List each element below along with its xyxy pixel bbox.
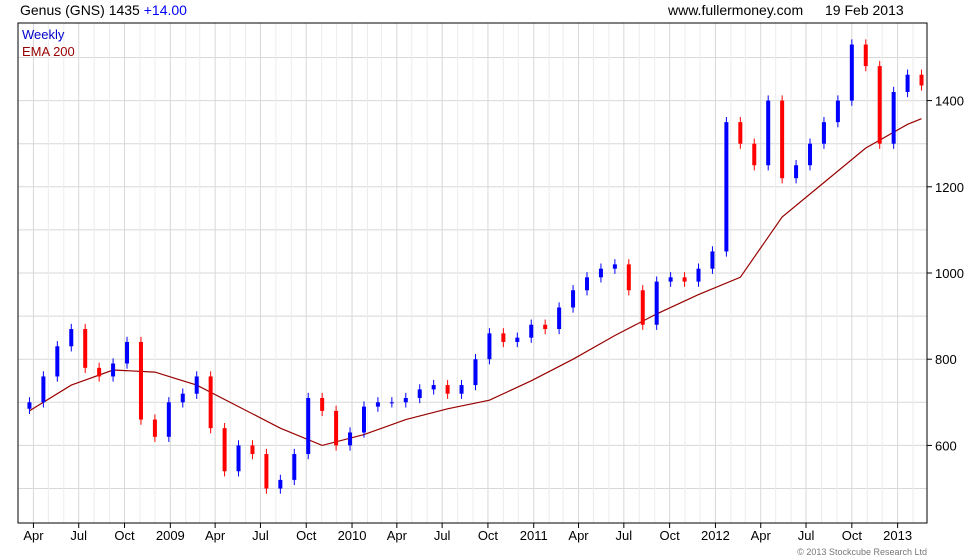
x-tick-label: Oct (296, 528, 317, 543)
candle-body (264, 454, 269, 489)
candle-body (27, 402, 32, 409)
candle-body (919, 74, 924, 86)
y-tick-label: 800 (935, 352, 957, 367)
candle-body (152, 419, 157, 437)
candle-body (306, 398, 311, 455)
candle-body (515, 337, 520, 342)
candle-body (710, 251, 715, 269)
candles-group (27, 39, 924, 494)
chart-axes: 600 800 1000 1200 1400 Apr Jul Oct 2009 Apr Jul Oct… (23, 94, 964, 543)
copyright-credit: © 2013 Stockcube Research Ltd (797, 547, 927, 557)
x-tick-label: Jul (70, 528, 87, 543)
candle-body (543, 324, 548, 330)
candle-body (849, 44, 854, 101)
x-tick-label: Apr (568, 528, 589, 543)
candle-body (766, 100, 771, 166)
y-tick-label: 600 (935, 438, 957, 453)
candle-body (417, 389, 422, 398)
candle-body (111, 363, 116, 377)
x-tick-label: Oct (660, 528, 681, 543)
x-tick-label: 2011 (520, 528, 548, 543)
candle-body (236, 445, 241, 472)
candle-body (348, 432, 353, 446)
candle-body (180, 393, 185, 403)
candle-body (863, 44, 868, 67)
y-tick-label: 1000 (935, 266, 964, 281)
candle-body (654, 281, 659, 325)
candle-body (696, 268, 701, 282)
candle-body (626, 264, 631, 291)
candle-body (278, 479, 283, 489)
candle-body (138, 341, 143, 420)
x-tick-label: Apr (387, 528, 408, 543)
x-tick-label: Jul (616, 528, 633, 543)
price-chart: 600 800 1000 1200 1400 Apr Jul Oct 2009 Apr Jul Oct… (17, 22, 964, 557)
candle-body (55, 346, 60, 377)
candle-body (598, 268, 603, 278)
x-tick-label: Jul (798, 528, 815, 543)
candle-body (361, 406, 366, 433)
candle-body (83, 329, 88, 368)
legend-ema: EMA 200 (22, 44, 75, 59)
x-tick-label: 2010 (338, 528, 367, 543)
x-tick-label: Apr (205, 528, 226, 543)
candle-body (334, 410, 339, 446)
candle-body (794, 165, 799, 179)
x-tick-label: 2009 (156, 528, 185, 543)
candle-body (682, 277, 687, 282)
x-tick-label: Apr (751, 528, 772, 543)
candle-body (738, 122, 743, 144)
candle-body (69, 329, 74, 347)
candle-body (125, 341, 130, 364)
y-tick-label: 1200 (935, 180, 964, 195)
candle-body (584, 277, 589, 291)
y-tick-label: 1400 (935, 94, 964, 109)
ema-200-line (29, 118, 922, 447)
candle-body (222, 428, 227, 472)
candle-body (194, 376, 199, 394)
x-tick-label: Oct (842, 528, 863, 543)
candle-body (320, 398, 325, 411)
x-tick-label: Jul (252, 528, 269, 543)
candle-body (389, 402, 394, 404)
candle-body (724, 122, 729, 252)
candle-body (445, 385, 450, 394)
candle-body (612, 264, 617, 269)
candle-body (292, 454, 297, 480)
candle-body (557, 307, 562, 330)
legend-weekly: Weekly (22, 27, 65, 42)
x-tick-label: 2013 (883, 528, 912, 543)
candle-body (571, 290, 576, 308)
candle-body (821, 122, 826, 144)
x-tick-label: 2012 (701, 528, 730, 543)
candle-body (780, 100, 785, 179)
candle-body (403, 398, 408, 403)
candle-body (166, 402, 171, 437)
candle-body (250, 445, 255, 455)
chart-grid (18, 23, 927, 523)
x-tick-label: Jul (434, 528, 451, 543)
candle-body (41, 376, 46, 403)
candle-body (375, 402, 380, 407)
candle-body (835, 100, 840, 123)
candle-body (208, 376, 213, 429)
candle-body (459, 385, 464, 394)
x-tick-label: Oct (478, 528, 499, 543)
candle-body (891, 91, 896, 144)
candle-body (487, 333, 492, 360)
ema-line-group (29, 118, 922, 447)
candle-body (905, 74, 910, 92)
candle-body (808, 143, 813, 166)
candle-body (431, 385, 436, 390)
candle-body (529, 324, 534, 338)
candle-body (473, 359, 478, 386)
x-tick-label: Apr (23, 528, 44, 543)
x-tick-label: Oct (114, 528, 135, 543)
candle-body (501, 333, 506, 342)
candle-body (752, 143, 757, 166)
candle-body (668, 277, 673, 282)
candle-body (640, 290, 645, 325)
candle-body (877, 66, 882, 144)
candle-body (97, 367, 102, 377)
